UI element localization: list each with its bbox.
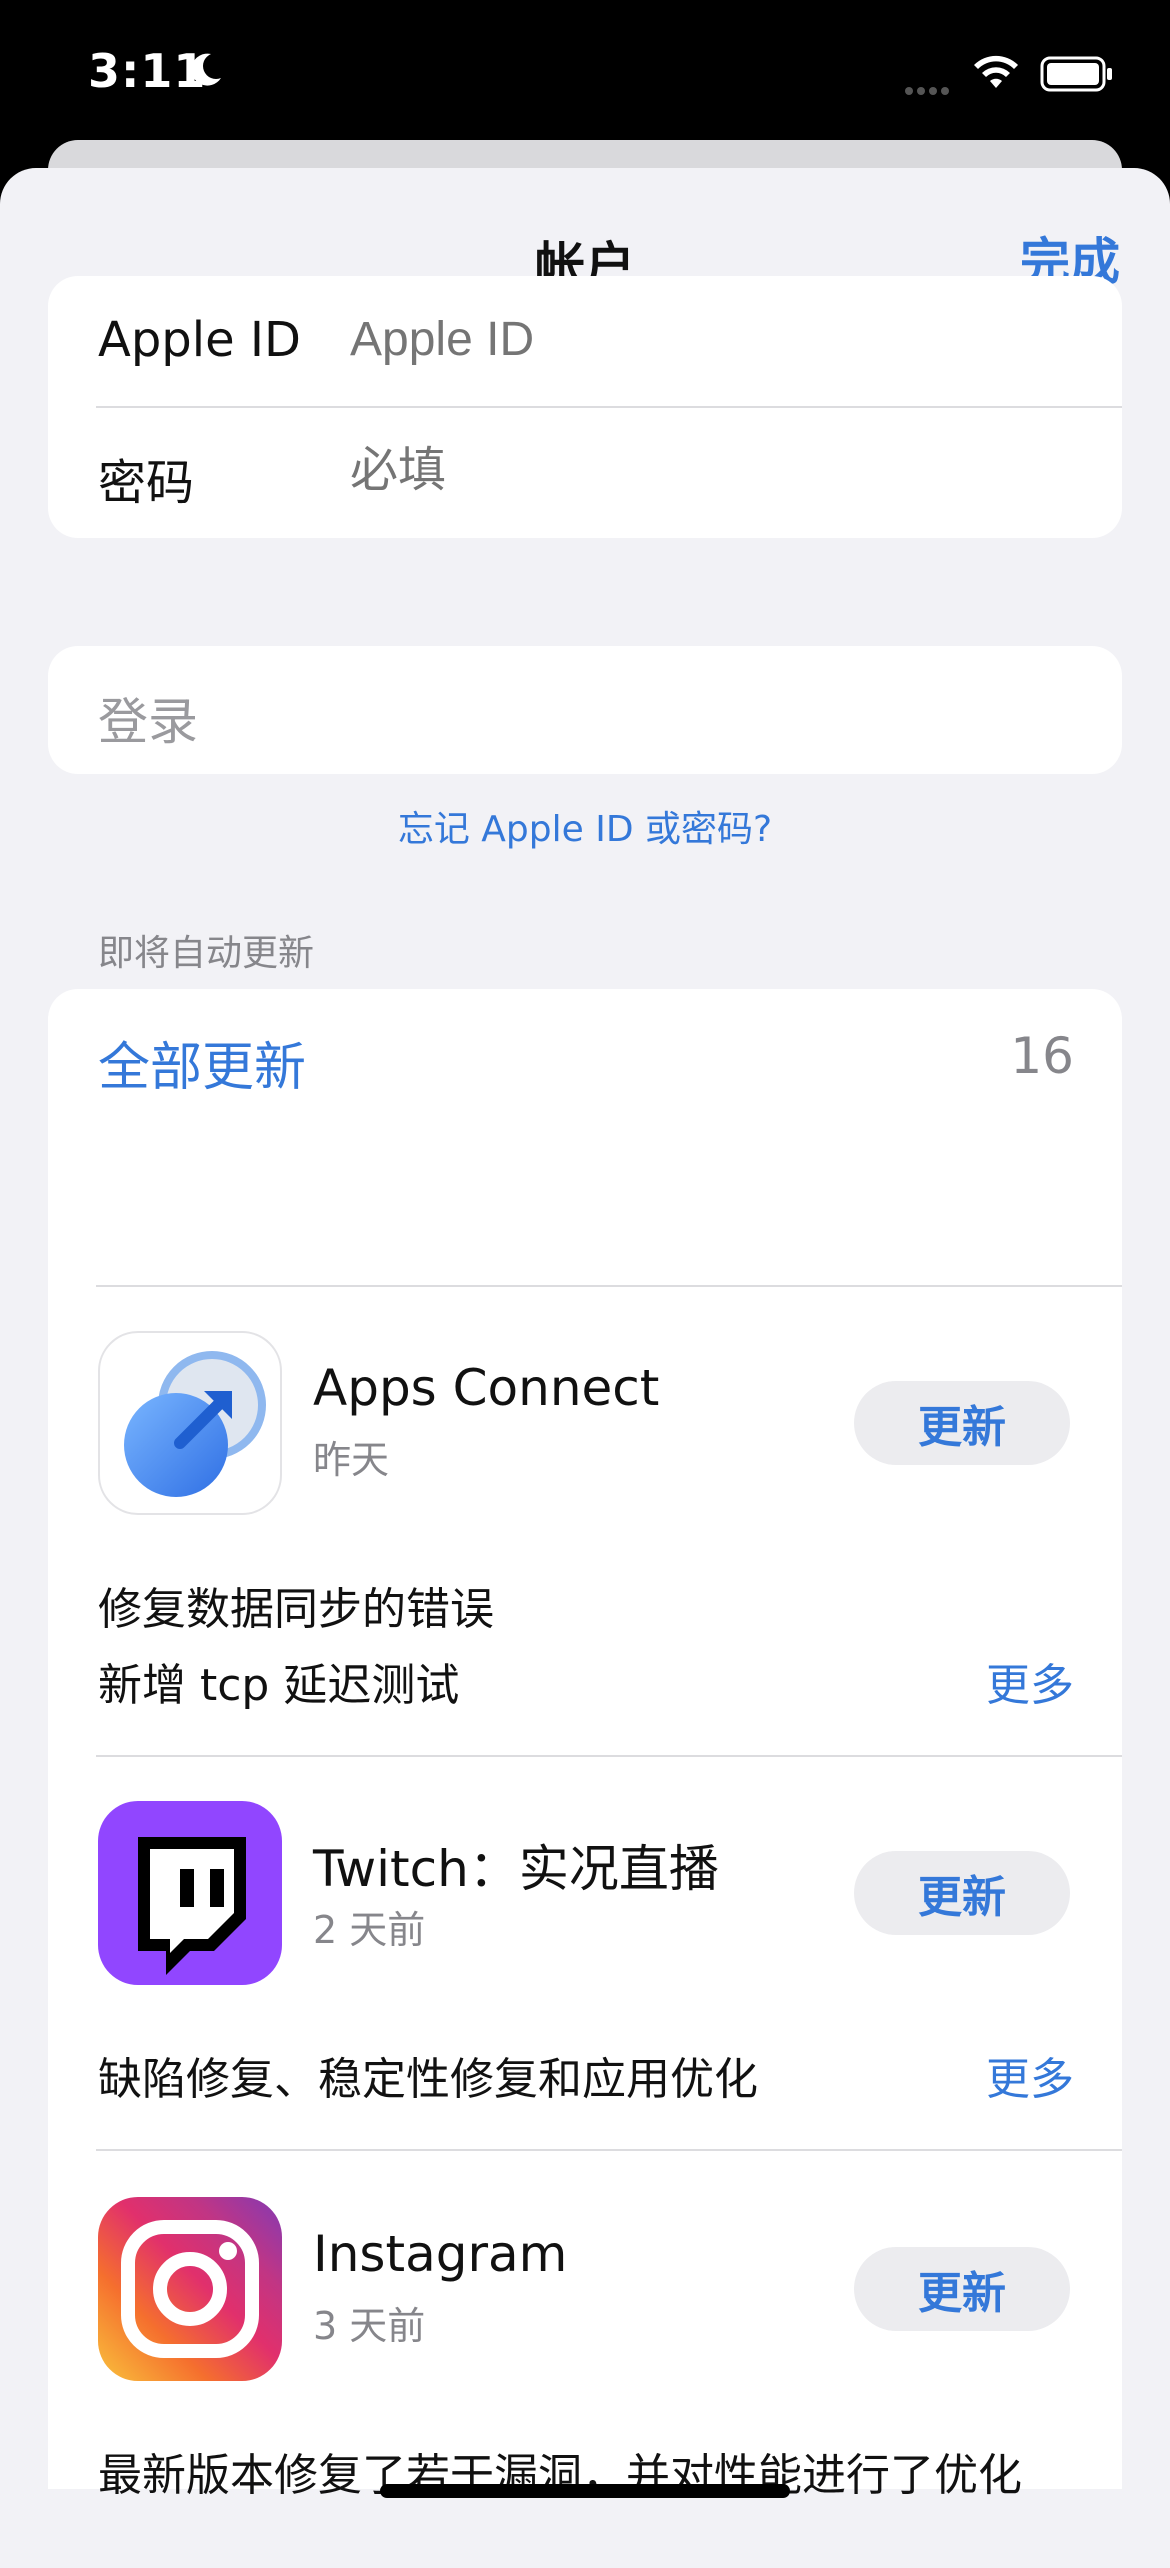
app-name: Instagram xyxy=(313,2225,568,2283)
password-row[interactable]: 密码 xyxy=(48,407,1122,538)
release-note: 新增 tcp 延迟测试 xyxy=(98,1660,460,1711)
app-name: Twitch：实况直播 xyxy=(313,1840,719,1898)
wifi-icon xyxy=(974,55,1018,88)
divider xyxy=(96,1285,1122,1287)
login-form: Apple ID 密码 xyxy=(48,276,1122,538)
app-date: 3 天前 xyxy=(313,2304,426,2348)
divider xyxy=(96,1755,1122,1757)
update-button[interactable]: 更新 xyxy=(854,1851,1070,1935)
update-all-button[interactable]: 全部更新 xyxy=(98,1025,306,1100)
status-bar: 3:11 xyxy=(0,0,1170,150)
apps-connect-icon[interactable] xyxy=(98,1331,282,1515)
section-header: 即将自动更新 xyxy=(98,933,315,974)
more-link[interactable]: 更多 xyxy=(986,1649,1074,1713)
password-label: 密码 xyxy=(98,455,195,511)
app-date: 2 天前 xyxy=(313,1908,426,1952)
apple-id-row[interactable]: Apple ID xyxy=(48,276,1122,407)
update-count: 16 xyxy=(1010,1027,1074,1085)
release-note: 缺陷修复、稳定性修复和应用优化 xyxy=(98,2054,758,2105)
apple-id-field[interactable] xyxy=(350,312,1050,367)
sign-in-button[interactable]: 登录 xyxy=(48,646,1122,774)
password-field[interactable] xyxy=(350,443,1050,498)
battery-icon xyxy=(1040,56,1112,92)
updates-list: 全部更新 16 Apps Connect 昨天 更新 修复数据同步的错误 新增 … xyxy=(48,989,1122,2501)
sign-in-label: 登录 xyxy=(98,693,198,751)
forgot-password-link[interactable]: 忘记 Apple ID 或密码? xyxy=(0,800,1170,852)
app-date: 昨天 xyxy=(313,1438,390,1482)
apple-id-label: Apple ID xyxy=(98,312,302,368)
instagram-icon[interactable] xyxy=(98,2197,282,2381)
signal-dots-icon xyxy=(905,80,953,99)
home-indicator xyxy=(380,2484,790,2498)
release-note: 修复数据同步的错误 xyxy=(98,1584,494,1635)
twitch-icon[interactable] xyxy=(98,1801,282,1985)
update-button[interactable]: 更新 xyxy=(854,1381,1070,1465)
more-link[interactable]: 更多 xyxy=(986,2043,1074,2107)
app-name: Apps Connect xyxy=(313,1359,660,1417)
moon-icon xyxy=(191,53,221,86)
divider xyxy=(96,2149,1122,2151)
update-button[interactable]: 更新 xyxy=(854,2247,1070,2331)
